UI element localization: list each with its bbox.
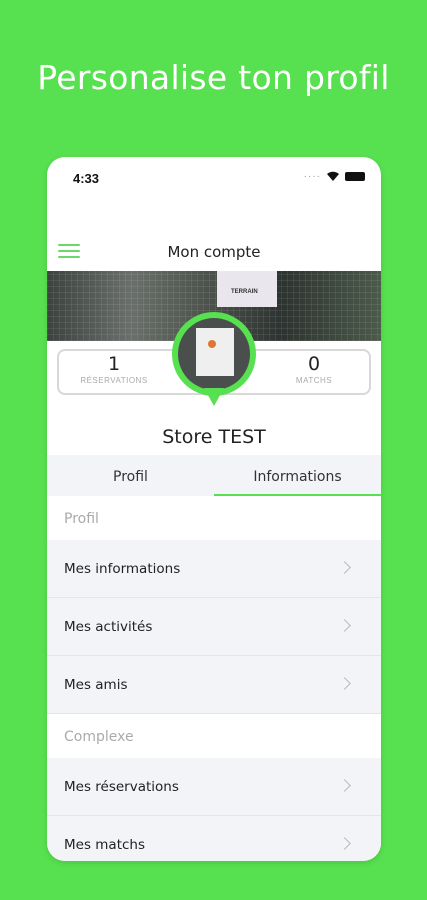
tab-informations[interactable]: Informations [214, 455, 381, 496]
avatar[interactable] [172, 312, 256, 412]
list-item-mes-reservations[interactable]: Mes réservations [47, 758, 381, 816]
status-time: 4:33 [73, 171, 100, 186]
tab-profil[interactable]: Profil [47, 455, 214, 496]
chevron-right-icon [338, 677, 351, 690]
reservations-label: RÉSERVATIONS [80, 376, 148, 385]
app-bar: Mon compte [47, 237, 381, 267]
settings-list: Profil Mes informations Mes activités Me… [47, 496, 381, 861]
list-item-mes-matchs[interactable]: Mes matchs [47, 816, 381, 861]
list-item-label: Mes activités [64, 619, 153, 635]
section-header-profil: Profil [47, 496, 381, 540]
list-item-mes-activites[interactable]: Mes activités [47, 598, 381, 656]
status-icons: ···· [304, 171, 365, 182]
avatar-photo-paper [196, 328, 234, 376]
chevron-right-icon [338, 619, 351, 632]
section-header-complexe: Complexe [47, 714, 381, 758]
avatar-pin-tip [204, 388, 224, 406]
chevron-right-icon [338, 561, 351, 574]
chevron-right-icon [338, 779, 351, 792]
list-item-label: Mes amis [64, 677, 128, 693]
stat-matches[interactable]: 0 MATCHS [259, 353, 369, 385]
avatar-image [178, 318, 250, 390]
matches-count: 0 [307, 353, 321, 375]
signal-icon: ···· [303, 171, 321, 182]
wifi-icon [327, 171, 339, 181]
reservations-count: 1 [107, 353, 121, 375]
list-item-label: Mes matchs [64, 837, 146, 853]
page-title: Mon compte [167, 243, 261, 261]
list-item-mes-informations[interactable]: Mes informations [47, 540, 381, 598]
avatar-ring [172, 312, 256, 396]
status-bar: 4:33 ···· [47, 157, 381, 199]
stat-reservations[interactable]: 1 RÉSERVATIONS [59, 353, 169, 385]
profile-name: Store TEST [162, 426, 266, 448]
battery-icon [345, 172, 365, 181]
profile-tabs: Profil Informations [47, 455, 381, 496]
list-item-mes-amis[interactable]: Mes amis [47, 656, 381, 714]
list-item-label: Mes informations [64, 561, 181, 577]
list-item-label: Mes réservations [64, 779, 179, 795]
chevron-right-icon [338, 837, 351, 850]
promo-headline: Personalise ton profil [37, 58, 390, 97]
avatar-photo-logo [208, 340, 216, 348]
cover-sign-text: TERRAIN [231, 289, 258, 295]
matches-label: MATCHS [295, 376, 333, 385]
phone-frame: 4:33 ···· Mon compte TERRAIN 1 RÉSERVATI… [47, 157, 381, 861]
